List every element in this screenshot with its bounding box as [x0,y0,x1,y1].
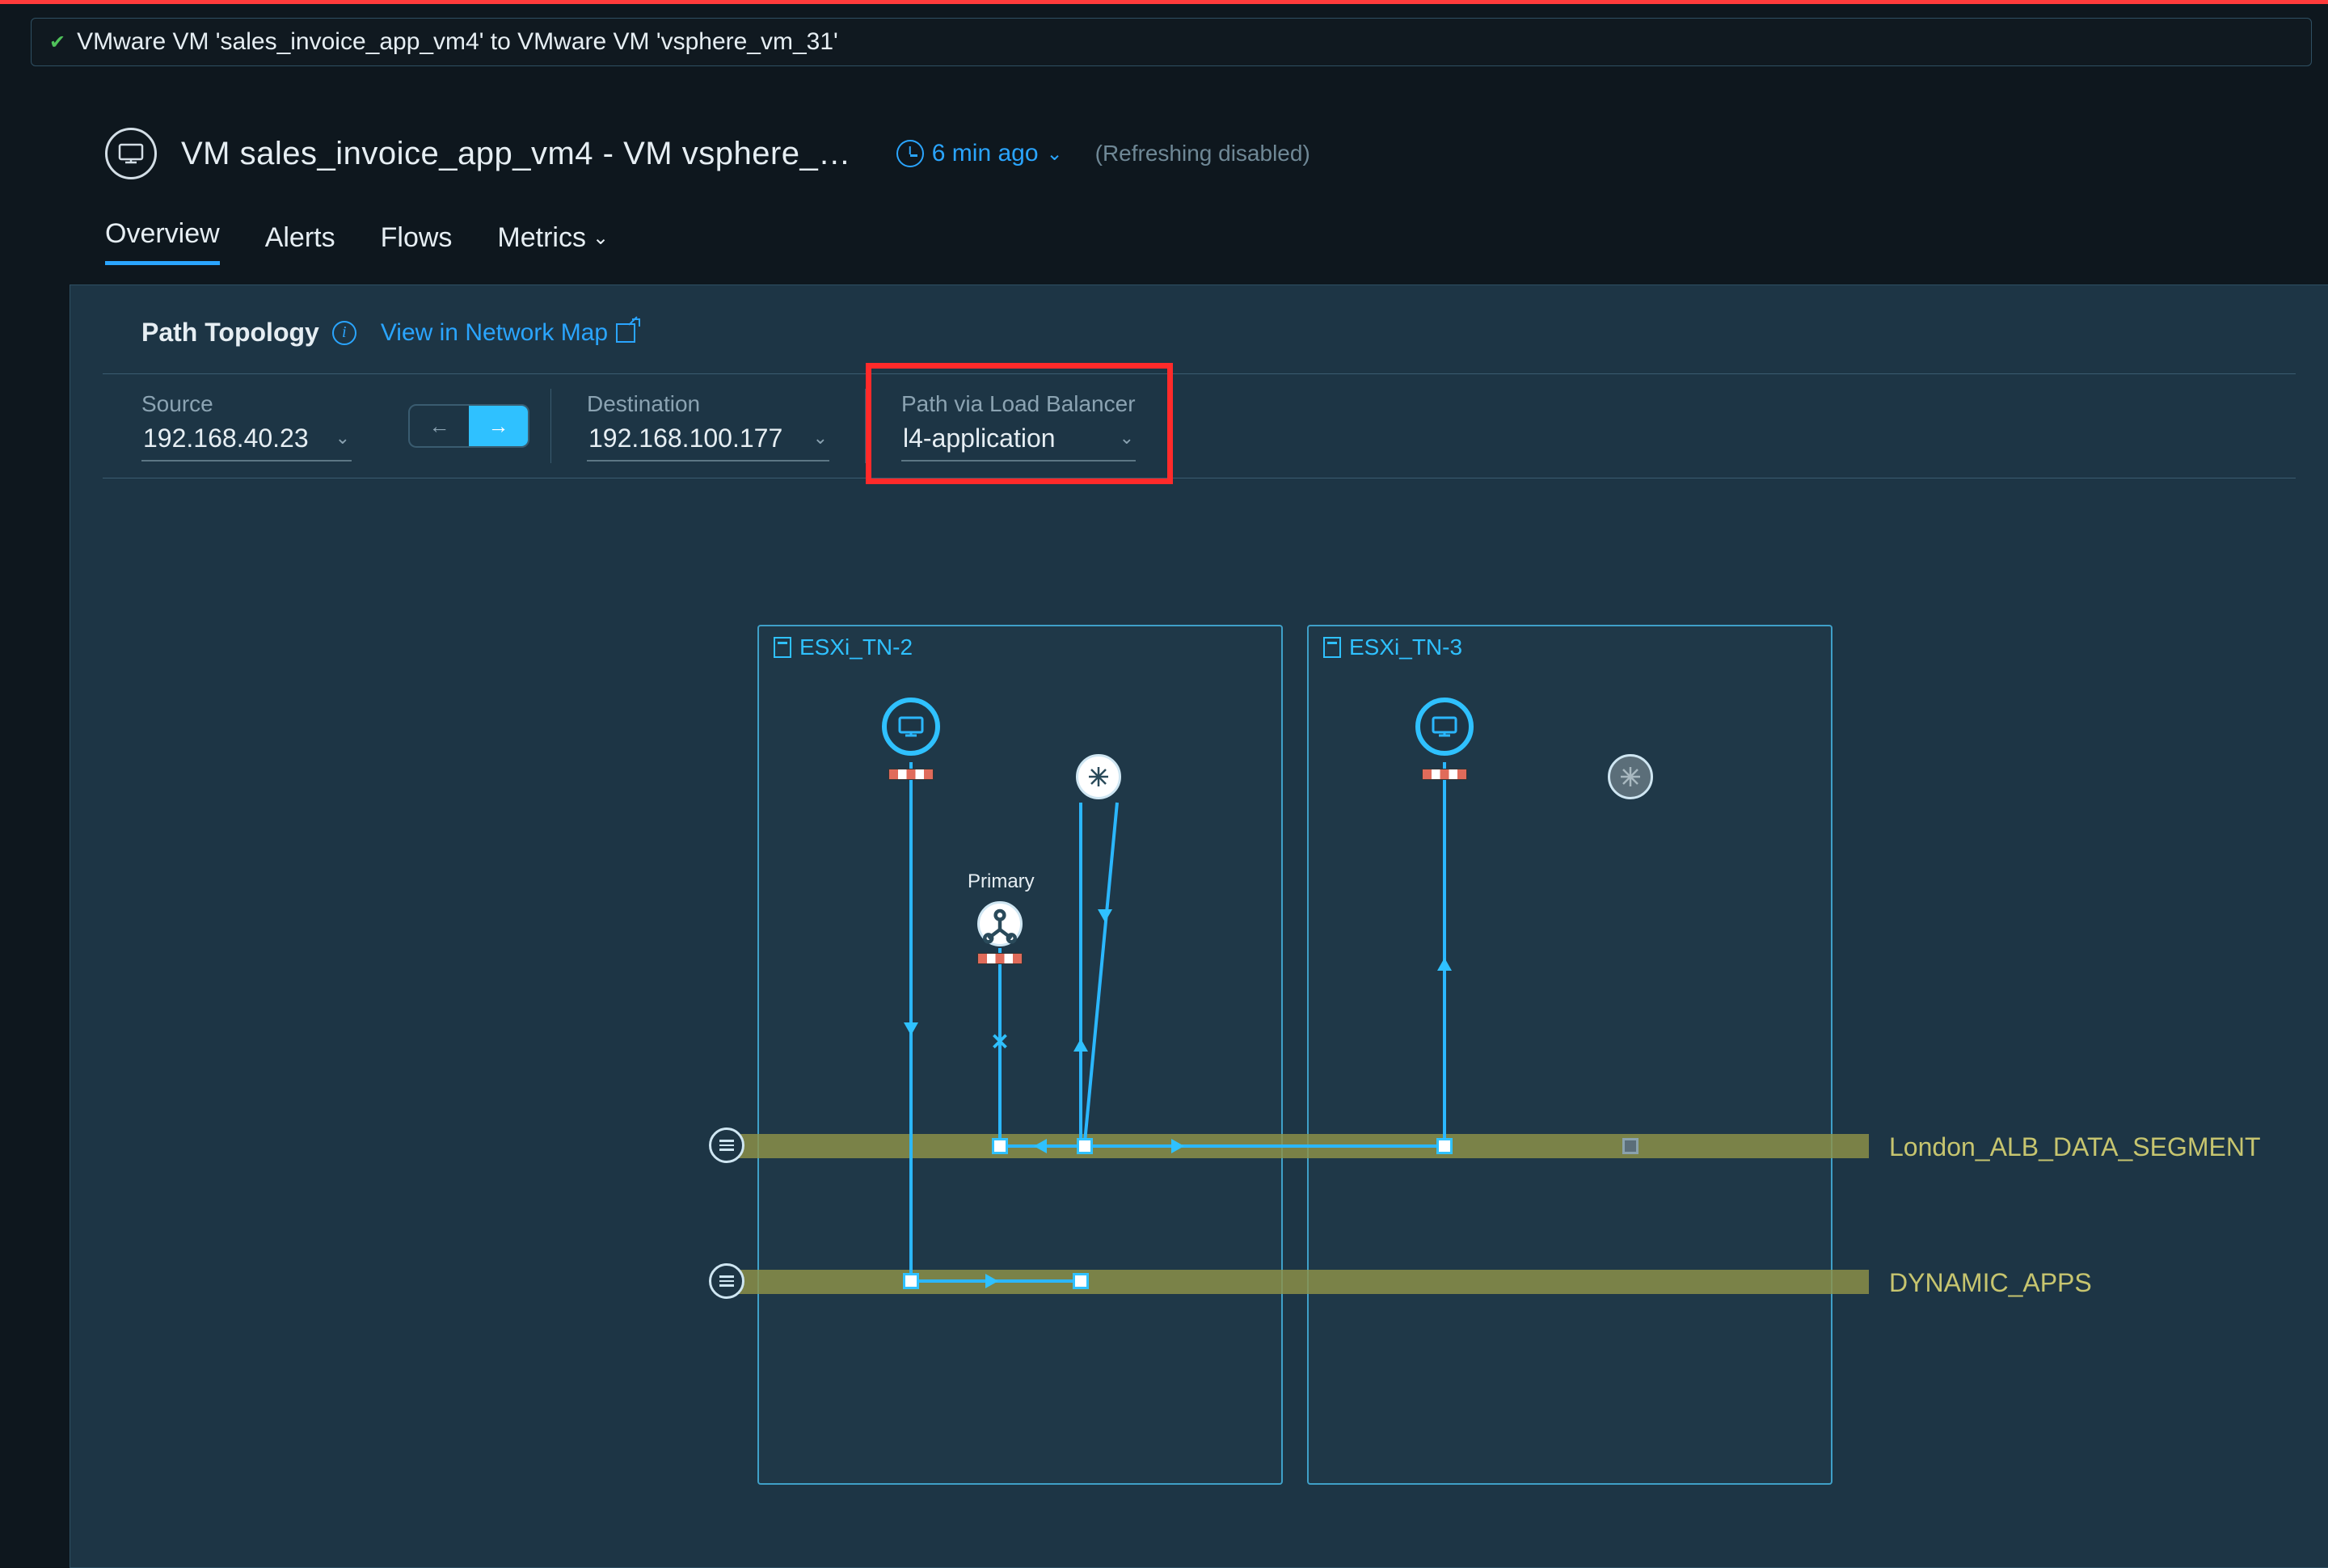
nic-icon [888,769,934,780]
vm-icon [105,128,157,179]
arrow-icon [1073,1039,1088,1052]
check-icon: ✔ [49,31,65,54]
arrow-icon [1098,909,1112,922]
refresh-status: (Refreshing disabled) [1095,141,1310,166]
arrow-icon [1171,1139,1184,1153]
arrow-icon [985,1274,998,1288]
vm-node[interactable] [882,698,940,756]
tab-alerts[interactable]: Alerts [265,222,335,265]
tabs: Overview Alerts Flows Metrics⌄ [105,217,2312,265]
tab-metrics[interactable]: Metrics⌄ [497,222,609,265]
time-ago-dropdown[interactable]: 6 min ago ⌄ [896,140,1063,167]
tab-overview[interactable]: Overview [105,218,220,265]
chevron-down-icon: ⌄ [593,226,609,250]
vm-node[interactable] [1415,698,1474,756]
breadcrumb-bar[interactable]: ✔ VMware VM 'sales_invoice_app_vm4' to V… [31,18,2312,66]
chevron-down-icon: ⌄ [1047,142,1063,166]
breadcrumb-text: VMware VM 'sales_invoice_app_vm4' to VMw… [77,28,838,56]
topology-lines [70,285,2328,1567]
top-red-bar [0,0,2328,4]
title-row: VM sales_invoice_app_vm4 - VM vsphere_… … [105,125,2312,182]
primary-label: Primary [968,870,1035,893]
node-port-icon [1073,1273,1089,1289]
nic-icon [1422,769,1467,780]
path-topology-panel: Path Topology i View in Network Map Sour… [70,285,2328,1568]
node-port-icon [903,1273,919,1289]
arrow-icon [1437,958,1452,971]
arrow-icon [1034,1139,1047,1153]
node-port-icon [1077,1138,1093,1154]
page-title: VM sales_invoice_app_vm4 - VM vsphere_… [181,136,851,172]
node-port-icon [1436,1138,1453,1154]
nic-icon [977,953,1023,964]
tab-flows[interactable]: Flows [381,222,453,265]
node-port-icon [992,1138,1008,1154]
service-engine-node[interactable] [977,901,1023,946]
block-icon: ✕ [990,1029,1009,1056]
time-ago-text: 6 min ago [932,140,1039,167]
arrow-icon [904,1022,918,1035]
load-balancer-node-inactive[interactable] [1608,754,1653,799]
clock-icon [896,140,924,167]
node-port-icon [1622,1138,1638,1154]
load-balancer-node[interactable] [1076,754,1121,799]
